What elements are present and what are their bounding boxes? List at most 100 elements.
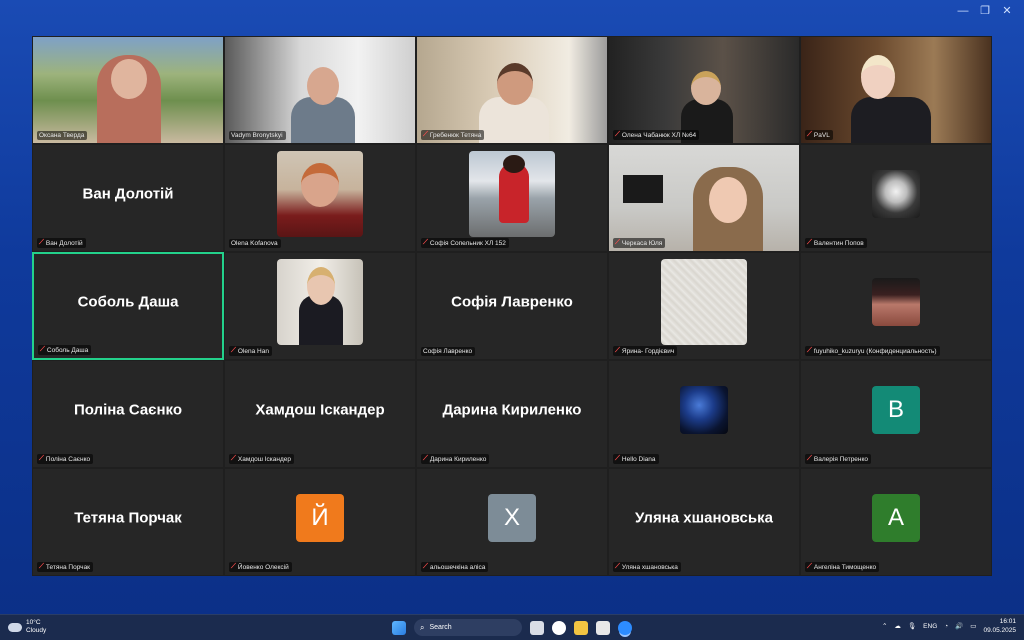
face-shape [709, 177, 747, 223]
battery-icon[interactable]: ▭ [970, 622, 976, 630]
participant-tile[interactable]: Дарина Кириленко ⟋ Дарина Кириленко [416, 360, 608, 468]
onedrive-cloud-icon[interactable]: ☁ [894, 622, 901, 630]
participant-tile[interactable]: Ван Долотій ⟋ Ван Долотій [32, 144, 224, 252]
initial-avatar: В [872, 385, 920, 434]
participant-name-label: ⟋ Olena Han [229, 346, 272, 356]
participant-tile[interactable]: Хамдош Іскандер ⟋ Хамдош Іскандер [224, 360, 416, 468]
mic-off-icon: ⟋ [423, 131, 428, 138]
windows-start-icon[interactable] [392, 620, 406, 635]
clock[interactable]: 16:01 09.05.2025 [983, 617, 1016, 635]
participant-tile[interactable]: ⟋ Софія Сопельник ХЛ 152 [416, 144, 608, 252]
mic-off-icon: ⟋ [39, 563, 44, 570]
mic-off-icon: ⟋ [40, 346, 45, 353]
profile-photo [872, 169, 920, 218]
participant-name-label: ⟋ fuyuhiko_kuzuryu (Конфиденциальность) [805, 346, 940, 356]
participant-tile[interactable]: ⟋ Ярина- Гордієвич [608, 252, 800, 360]
mic-off-icon: ⟋ [807, 563, 812, 570]
profile-photo [469, 150, 555, 237]
weather-temperature: 10°C [26, 619, 41, 626]
participant-name-label: ⟋ Тетяна Порчак [37, 562, 94, 572]
participant-tile[interactable]: Olena Kofanova [224, 144, 416, 252]
participant-tile[interactable]: ⟋ Олена Чабанюк ХЛ №64 [608, 36, 800, 144]
profile-photo [661, 258, 747, 345]
close-button[interactable]: ✕ [996, 3, 1018, 19]
mic-off-icon: ⟋ [231, 455, 236, 462]
taskbar-pinned-apps: ⌕ Search [392, 619, 632, 636]
restore-button[interactable]: ❐ [974, 3, 996, 19]
participant-tile[interactable]: Поліна Саєнко ⟋ Поліна Саєнко [32, 360, 224, 468]
microphone-icon[interactable]: 🎙 [908, 622, 916, 630]
participant-tile-active-speaker[interactable]: Соболь Даша ⟋ Соболь Даша [32, 252, 224, 360]
participant-tile[interactable]: Оксана Тверда [32, 36, 224, 144]
participant-name-label: ⟋ Соболь Даша [38, 345, 92, 355]
participant-tile[interactable]: ⟋ Olena Han [224, 252, 416, 360]
face-shape [301, 162, 339, 207]
participant-tile[interactable]: ⟋ Hello Diana [608, 360, 800, 468]
mic-off-icon: ⟋ [615, 131, 620, 138]
participant-tile[interactable]: В ⟋ Валерія Петренко [800, 360, 992, 468]
participant-name-label: ⟋ Ярина- Гордієвич [613, 346, 678, 356]
volume-icon[interactable]: 🔊 [955, 622, 963, 630]
mic-off-icon: ⟋ [615, 455, 620, 462]
mic-off-icon: ⟋ [807, 239, 812, 246]
file-explorer-icon[interactable] [574, 620, 588, 635]
participant-tile[interactable]: Х ⟋ альошечкіна аліса [416, 468, 608, 576]
mic-off-icon: ⟋ [39, 239, 44, 246]
store-icon[interactable] [596, 620, 610, 635]
participant-name-label: ⟋ PaVL [805, 130, 833, 140]
profile-photo [277, 150, 363, 237]
minimize-button[interactable]: — [952, 3, 974, 19]
participant-display-name: Тетяна Порчак [74, 509, 182, 527]
participant-name-label: ⟋ Софія Сопельник ХЛ 152 [421, 238, 509, 248]
chevron-up-icon[interactable]: ⌃ [882, 622, 887, 630]
weather-widget[interactable]: 10°C Cloudy [8, 619, 46, 635]
system-tray: ⌃ ☁ 🎙 ENG ◔ 🔊 ▭ 16:01 09.05.2025 [882, 617, 1016, 635]
mic-off-icon: ⟋ [39, 455, 44, 462]
participant-display-name: Соболь Даша [77, 293, 179, 311]
participant-tile[interactable]: ⟋ Черкаса Юля [608, 144, 800, 252]
participant-tile[interactable]: Vadym Bronytskyi [224, 36, 416, 144]
mic-off-icon: ⟋ [423, 455, 428, 462]
profile-photo [872, 277, 920, 326]
participant-name-label: ⟋ Валерія Петренко [805, 454, 872, 464]
zoom-app-icon[interactable] [618, 620, 632, 635]
task-view-icon[interactable] [530, 620, 544, 635]
participant-tile[interactable]: Уляна хшановська ⟋ Уляна хшановська [608, 468, 800, 576]
participant-tile[interactable]: Тетяна Порчак ⟋ Тетяна Порчак [32, 468, 224, 576]
participant-name-label: ⟋ Уляна хшановська [613, 562, 681, 572]
clock-time: 16:01 [999, 618, 1016, 625]
search-label: Search [429, 624, 452, 631]
participant-tile[interactable]: ⟋ fuyuhiko_kuzuryu (Конфиденциальность) [800, 252, 992, 360]
weather-description: Cloudy [26, 627, 47, 634]
participant-display-name: Дарина Кириленко [442, 401, 582, 419]
tv-screen [623, 175, 663, 203]
wifi-icon[interactable]: ◔ [944, 623, 948, 630]
participant-tile[interactable]: А ⟋ Ангеліна Тимощенко [800, 468, 992, 576]
participant-name-label: ⟋ альошечкіна аліса [421, 562, 489, 572]
profile-photo [277, 258, 363, 345]
mic-off-icon: ⟋ [807, 347, 812, 354]
participant-name-label: ⟋ Черкаса Юля [613, 238, 666, 248]
zoom-gallery-view: Оксана Тверда Vadym Bronytskyi ⟋ Гребенюк… [32, 36, 992, 576]
participant-tile[interactable]: ⟋ Валентин Попов [800, 144, 992, 252]
participant-tile[interactable]: ⟋ PaVL [800, 36, 992, 144]
participant-tile[interactable]: Софія Лавренко Софія Лавренко [416, 252, 608, 360]
search-icon: ⌕ [420, 622, 425, 632]
initial-avatar: А [872, 493, 920, 542]
participant-name-label: Оксана Тверда [37, 131, 88, 140]
mic-off-icon: ⟋ [231, 347, 236, 354]
participant-name-label: ⟋ Поліна Саєнко [37, 454, 94, 464]
participant-tile[interactable]: ⟋ Гребенюк Тетяна [416, 36, 608, 144]
participant-name-label: ⟋ Гребенюк Тетяна [421, 130, 485, 140]
profile-photo [680, 385, 728, 434]
participant-tile[interactable]: Й ⟋ Йовенко Олексій [224, 468, 416, 576]
language-indicator[interactable]: ENG [923, 623, 937, 630]
chat-app-icon[interactable] [552, 620, 566, 635]
taskbar-search[interactable]: ⌕ Search [414, 619, 522, 636]
participant-name-label: Софія Лавренко [421, 347, 476, 356]
participant-display-name: Поліна Саєнко [73, 401, 182, 419]
face-shape [497, 63, 533, 105]
face-shape [307, 67, 339, 105]
participant-name-label: Olena Kofanova [229, 239, 281, 248]
participant-name-label: ⟋ Хамдош Іскандер [229, 454, 295, 464]
